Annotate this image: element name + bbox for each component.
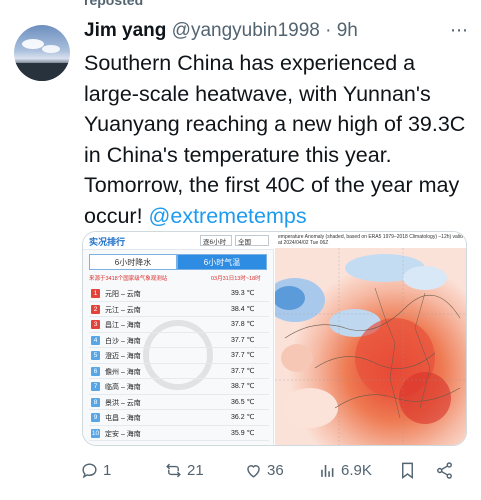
station-temp: 37.7 ℃	[231, 336, 255, 344]
ranking-row: 3 昌江 – 海南 37.8 ℃	[89, 317, 269, 333]
anomaly-map-image[interactable]: emperature Anomaly (shaded, based on ERA…	[275, 232, 466, 445]
bookmark-button[interactable]	[398, 458, 417, 482]
ranking-row: 7 临高 – 海南 38.7 ℃	[89, 379, 269, 395]
station-temp: 35.9 ℃	[231, 429, 255, 437]
data-time-range: 03月31日13时~18时	[211, 276, 261, 282]
rank-badge: 4	[91, 335, 100, 345]
station-name: 儋州 – 海南	[105, 368, 141, 376]
rank-badge: 7	[91, 382, 100, 391]
rank-badge: 5	[91, 351, 100, 360]
rank-badge: 8	[91, 397, 100, 407]
station-name: 昌江 – 海南	[105, 322, 141, 329]
ranking-image[interactable]: 实况排行 逐6小时 全国 6小时降水 6小时气温 来源于3418个国家级气象观测…	[83, 232, 274, 445]
separator-dot: ·	[325, 20, 332, 41]
station-temp: 37.8 ℃	[231, 321, 255, 328]
bookmark-icon	[402, 462, 413, 479]
reply-button[interactable]: 1	[80, 458, 111, 482]
ranking-row: 10 定安 – 海南 35.9 ℃	[89, 426, 269, 441]
tab-rain: 6小时降水	[89, 254, 177, 270]
station-temp: 36.5 ℃	[231, 398, 255, 406]
rank-badge: 6	[91, 366, 100, 376]
repost-button[interactable]: 21	[164, 458, 204, 482]
station-temp: 37.7 ℃	[231, 367, 255, 375]
ranking-title: 实况排行	[89, 237, 126, 247]
rank-badge: 1	[91, 289, 100, 298]
station-temp: 38.4 ℃	[231, 305, 255, 313]
station-name: 白沙 – 海南	[105, 337, 141, 345]
tweet-actions: 1 21 36 6.9K	[80, 458, 470, 484]
temperature-anomaly-map	[275, 248, 466, 445]
data-source: 来源于3418个国家级气象观测站	[89, 276, 168, 282]
like-button[interactable]: 36	[244, 458, 284, 482]
rank-badge: 2	[91, 304, 100, 314]
station-name: 定安 – 海南	[105, 430, 141, 438]
tab-temp: 6小时气温	[177, 254, 267, 270]
ranking-row: 4 白沙 – 海南 37.7 ℃	[89, 333, 269, 348]
mention-link[interactable]: @extremetemps	[149, 204, 307, 228]
rank-badge: 10	[91, 428, 100, 438]
map-caption: emperature Anomaly (shaded, based on ERA…	[278, 234, 463, 246]
station-name: 澄迈 – 海南	[105, 353, 141, 360]
region-select: 全国	[235, 235, 269, 246]
station-name: 元江 – 云南	[105, 306, 141, 314]
ranking-row: 8 景洪 – 云南 36.5 ℃	[89, 395, 269, 410]
tweet-time[interactable]: 9h	[337, 20, 358, 41]
rank-badge: 3	[91, 320, 100, 329]
avatar[interactable]	[14, 25, 70, 81]
rank-badge: 9	[91, 413, 100, 422]
author-handle[interactable]: @yangyubin1998	[172, 20, 320, 41]
share-icon	[437, 461, 452, 479]
ranking-row: 1 元阳 – 云南 39.3 ℃	[89, 286, 269, 302]
tweet-body: Southern China has experienced a large-s…	[84, 51, 466, 228]
views-button[interactable]: 6.9K	[318, 458, 372, 482]
author-name[interactable]: Jim yang	[84, 20, 166, 41]
reply-count: 1	[103, 461, 112, 479]
like-count: 36	[267, 461, 284, 479]
ranking-row: 6 儋州 – 海南 37.7 ℃	[89, 364, 269, 379]
views-icon	[321, 464, 334, 477]
heart-icon	[247, 464, 260, 478]
station-temp: 38.7 ℃	[231, 383, 255, 390]
station-temp: 36.2 ℃	[231, 414, 255, 421]
station-name: 元阳 – 云南	[105, 291, 141, 298]
tweet-text: Southern China has experienced a large-s…	[84, 48, 469, 231]
share-button[interactable]	[435, 458, 454, 482]
station-name: 景洪 – 云南	[105, 399, 141, 407]
tweet-media[interactable]: 实况排行 逐6小时 全国 6小时降水 6小时气温 来源于3418个国家级气象观测…	[82, 231, 467, 446]
ranking-row: 5 澄迈 – 海南 37.7 ℃	[89, 348, 269, 364]
repost-icon	[166, 463, 181, 477]
interval-select: 逐6小时	[200, 235, 232, 246]
station-name: 屯昌 – 海南	[105, 415, 141, 422]
repost-count: 21	[187, 461, 204, 479]
station-temp: 39.3 ℃	[231, 290, 255, 297]
tweet-header: Jim yang @yangyubin1998 · 9h	[84, 20, 464, 44]
ranking-list: 1 元阳 – 云南 39.3 ℃ 2 元江 – 云南 38.4 ℃ 3 昌江 – 海南 37…	[89, 286, 269, 441]
ranking-row: 2 元江 – 云南 38.4 ℃	[89, 302, 269, 317]
views-count: 6.9K	[341, 461, 372, 479]
station-name: 临高 – 海南	[105, 384, 141, 391]
station-temp: 37.7 ℃	[231, 352, 255, 359]
ranking-row: 9 屯昌 – 海南 36.2 ℃	[89, 410, 269, 426]
reposted-label: reposted	[84, 0, 144, 8]
more-options-icon[interactable]: ⋯	[450, 20, 469, 41]
reply-icon	[82, 462, 97, 478]
